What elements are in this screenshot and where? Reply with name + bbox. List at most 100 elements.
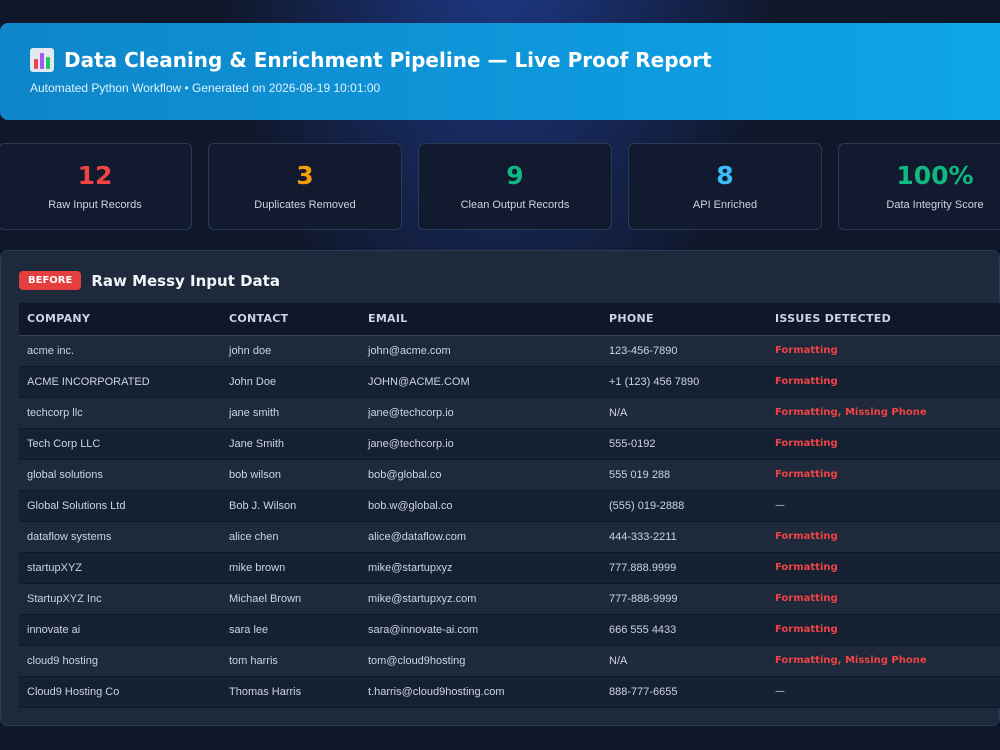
bar-chart-icon — [30, 48, 54, 72]
panel-heading: BEFORE Raw Messy Input Data — [19, 271, 280, 290]
report-title: Data Cleaning & Enrichment Pipeline — Li… — [64, 48, 712, 72]
contact-cell: Jane Smith — [221, 428, 360, 460]
phone-cell: N/A — [601, 645, 767, 677]
stat-label: Raw Input Records — [48, 198, 142, 211]
stat-label: Duplicates Removed — [254, 198, 356, 211]
issues-cell: Formatting — [767, 428, 1000, 460]
company-cell: acme inc. — [19, 335, 221, 367]
table-header: COMPANY CONTACT EMAIL PHONE ISSUES DETEC… — [19, 303, 1000, 336]
issues-cell: Formatting — [767, 583, 1000, 615]
phone-cell: +1 (123) 456 7890 — [601, 366, 767, 398]
email-cell: mike@startupxyz.com — [360, 583, 601, 615]
contact-cell: Bob J. Wilson — [221, 490, 360, 522]
issues-cell: Formatting — [767, 366, 1000, 398]
contact-cell: sara lee — [221, 614, 360, 646]
stat-card-clean-output: 9 Clean Output Records — [418, 143, 612, 230]
table-row[interactable]: Cloud9 Hosting Co Thomas Harris t.harris@c… — [19, 676, 1000, 708]
issues-cell: — — [767, 676, 1000, 708]
table-body: acme inc. john doe john@acme.com 123-456-78… — [19, 335, 1000, 708]
email-cell: mike@startupxyz — [360, 552, 601, 584]
phone-cell: 777-888-9999 — [601, 583, 767, 615]
company-cell: global solutions — [19, 459, 221, 491]
email-cell: sara@innovate-ai.com — [360, 614, 601, 646]
column-header-email[interactable]: EMAIL — [360, 303, 601, 336]
contact-cell: bob wilson — [221, 459, 360, 491]
email-cell: john@acme.com — [360, 335, 601, 367]
table-row[interactable]: techcorp llc jane smith jane@techcorp.io N/… — [19, 397, 1000, 429]
column-header-company[interactable]: COMPANY — [19, 303, 221, 336]
table-row[interactable]: cloud9 hosting tom harris tom@cloud9hostin… — [19, 645, 1000, 677]
company-cell: StartupXYZ Inc — [19, 583, 221, 615]
stat-label: Clean Output Records — [460, 198, 570, 211]
issues-cell: Formatting — [767, 614, 1000, 646]
table-row[interactable]: innovate ai sara lee sara@innovate-ai.com 6… — [19, 614, 1000, 646]
table-row[interactable]: Global Solutions Ltd Bob J. Wilson bob.w@g… — [19, 490, 1000, 522]
contact-cell: john doe — [221, 335, 360, 367]
stat-card-integrity: 100% Data Integrity Score — [838, 143, 1000, 230]
raw-data-panel: BEFORE Raw Messy Input Data COMPANY CONT… — [0, 250, 1000, 726]
stat-value: 12 — [77, 160, 113, 190]
column-header-phone[interactable]: PHONE — [601, 303, 767, 336]
stat-card-raw-input: 12 Raw Input Records — [0, 143, 192, 230]
issues-cell: — — [767, 490, 1000, 522]
contact-cell: Thomas Harris — [221, 676, 360, 708]
phone-cell: 555-0192 — [601, 428, 767, 460]
phone-cell: 555 019 288 — [601, 459, 767, 491]
stat-card-duplicates: 3 Duplicates Removed — [208, 143, 402, 230]
table-row[interactable]: StartupXYZ Inc Michael Brown mike@startupx… — [19, 583, 1000, 615]
company-cell: innovate ai — [19, 614, 221, 646]
email-cell: jane@techcorp.io — [360, 397, 601, 429]
before-badge: BEFORE — [19, 271, 82, 290]
phone-cell: 444-333-2211 — [601, 521, 767, 553]
phone-cell: (555) 019-2888 — [601, 490, 767, 522]
email-cell: t.harris@cloud9hosting.com — [360, 676, 601, 708]
stat-value: 9 — [506, 160, 524, 190]
issues-cell: Formatting — [767, 552, 1000, 584]
email-cell: bob@global.co — [360, 459, 601, 491]
report-subtitle: Automated Python Workflow • Generated on… — [30, 81, 381, 95]
phone-cell: 666 555 4433 — [601, 614, 767, 646]
report-header: Data Cleaning & Enrichment Pipeline — Li… — [0, 23, 1000, 120]
company-cell: ACME INCORPORATED — [19, 366, 221, 398]
phone-cell: 888-777-6655 — [601, 676, 767, 708]
column-header-issues[interactable]: ISSUES DETECTED — [767, 303, 1000, 336]
issues-cell: Formatting, Missing Phone — [767, 397, 1000, 429]
contact-cell: tom harris — [221, 645, 360, 677]
company-cell: Global Solutions Ltd — [19, 490, 221, 522]
stat-card-api-enriched: 8 API Enriched — [628, 143, 822, 230]
contact-cell: John Doe — [221, 366, 360, 398]
header-row: COMPANY CONTACT EMAIL PHONE ISSUES DETEC… — [19, 303, 1000, 336]
contact-cell: alice chen — [221, 521, 360, 553]
table-row[interactable]: acme inc. john doe john@acme.com 123-456-78… — [19, 335, 1000, 367]
company-cell: startupXYZ — [19, 552, 221, 584]
stat-value: 100% — [896, 160, 974, 190]
issues-cell: Formatting — [767, 459, 1000, 491]
report-title-row: Data Cleaning & Enrichment Pipeline — Li… — [30, 48, 970, 72]
stat-value: 8 — [716, 160, 734, 190]
issues-cell: Formatting, Missing Phone — [767, 645, 1000, 677]
email-cell: jane@techcorp.io — [360, 428, 601, 460]
email-cell: tom@cloud9hosting — [360, 645, 601, 677]
table-row[interactable]: ACME INCORPORATED John Doe JOHN@ACME.COM +1… — [19, 366, 1000, 398]
stat-label: API Enriched — [692, 198, 758, 211]
table-row[interactable]: global solutions bob wilson bob@global.co 5… — [19, 459, 1000, 491]
contact-cell: mike brown — [221, 552, 360, 584]
table-row[interactable]: startupXYZ mike brown mike@startupxyz 777.8… — [19, 552, 1000, 584]
table-row[interactable]: dataflow systems alice chen alice@dataflow… — [19, 521, 1000, 553]
email-cell: bob.w@global.co — [360, 490, 601, 522]
company-cell: techcorp llc — [19, 397, 221, 429]
company-cell: Cloud9 Hosting Co — [19, 676, 221, 708]
table-row[interactable]: Tech Corp LLC Jane Smith jane@techcorp.io 5… — [19, 428, 1000, 460]
contact-cell: Michael Brown — [221, 583, 360, 615]
phone-cell: 777.888.9999 — [601, 552, 767, 584]
email-cell: alice@dataflow.com — [360, 521, 601, 553]
email-cell: JOHN@ACME.COM — [360, 366, 601, 398]
stat-value: 3 — [296, 160, 314, 190]
stat-label: Data Integrity Score — [886, 198, 984, 211]
company-cell: cloud9 hosting — [19, 645, 221, 677]
phone-cell: N/A — [601, 397, 767, 429]
column-header-contact[interactable]: CONTACT — [221, 303, 360, 336]
issues-cell: Formatting — [767, 521, 1000, 553]
company-cell: dataflow systems — [19, 521, 221, 553]
raw-data-table: COMPANY CONTACT EMAIL PHONE ISSUES DETEC… — [19, 303, 1000, 708]
